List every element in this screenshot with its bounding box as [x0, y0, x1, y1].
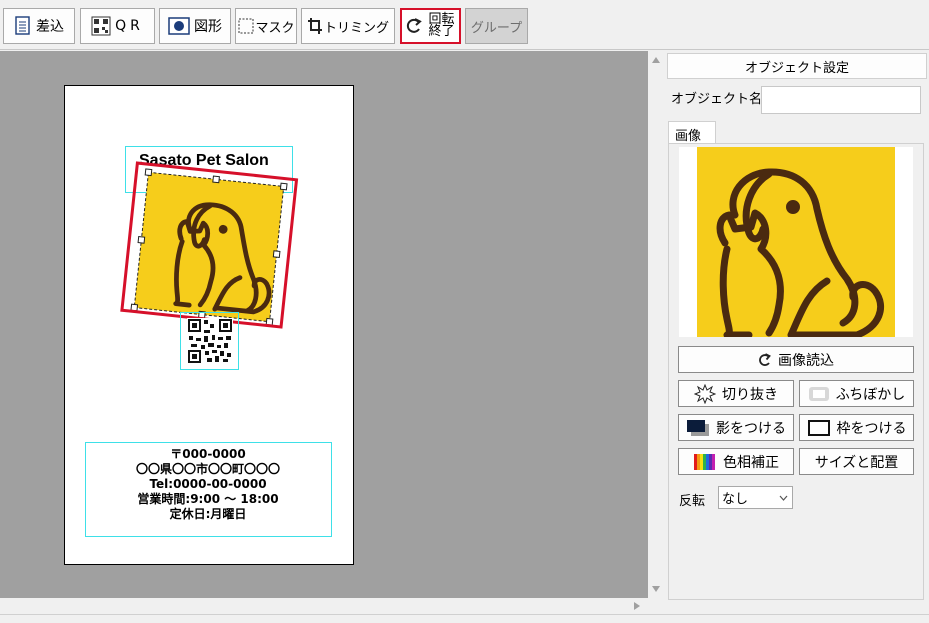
shadow-icon [687, 419, 709, 436]
size-position-button[interactable]: サイズと配置 [799, 448, 914, 475]
toolbar: 差込 QR 図形 マスク トリミング 回転 終了 グループ [0, 0, 929, 50]
flip-select[interactable]: なし [718, 486, 793, 509]
crop-icon [307, 18, 322, 34]
tab-image[interactable]: 画像 [668, 121, 716, 144]
image-preview [697, 147, 895, 337]
mask-button[interactable]: マスク [235, 8, 297, 44]
blur-edges-button[interactable]: ふちぼかし [799, 380, 914, 407]
qr-code [187, 318, 233, 364]
scroll-down-icon[interactable] [652, 586, 660, 592]
crop-star-icon [694, 383, 716, 404]
document-icon [15, 16, 30, 35]
reload-icon [759, 352, 771, 366]
address-line: 〒000-0000 [170, 447, 246, 461]
color-correction-label: 色相補正 [723, 454, 779, 471]
color-correction-button[interactable]: 色相補正 [678, 448, 794, 475]
address-line: Tel:0000-00-0000 [149, 477, 267, 491]
rotate-end-label: 回転 終了 [428, 12, 455, 39]
add-frame-label: 枠をつける [836, 420, 907, 437]
crop-label: 切り抜き [722, 386, 778, 403]
flip-label: 反転 [679, 494, 706, 509]
shape-button[interactable]: 図形 [159, 8, 231, 44]
shape-icon [168, 17, 190, 35]
blur-edges-label: ふちぼかし [835, 386, 906, 403]
color-bars-icon [694, 453, 715, 470]
address-line: 〇〇県〇〇市〇〇町〇〇〇 [135, 462, 280, 476]
qr-button[interactable]: QR [80, 8, 155, 44]
scroll-up-icon[interactable] [652, 57, 660, 63]
group-button[interactable]: グループ [465, 8, 528, 44]
mask-label: マスク [255, 20, 295, 36]
blur-edges-icon [808, 386, 829, 401]
trim-label: トリミング [323, 20, 389, 36]
resize-handle[interactable] [212, 175, 220, 184]
rotate-end-button[interactable]: 回転 終了 [400, 8, 461, 44]
status-bar [0, 614, 929, 623]
rotate-icon [406, 18, 422, 33]
qr-label: QR [115, 18, 144, 34]
crop-button[interactable]: 切り抜き [678, 380, 794, 407]
resize-handle[interactable] [144, 168, 153, 177]
trim-button[interactable]: トリミング [301, 8, 395, 44]
address-line: 定休日:月曜日 [169, 507, 247, 521]
panel-header-label: オブジェクト設定 [744, 60, 849, 76]
insert-button[interactable]: 差込 [3, 8, 75, 44]
panel-header: オブジェクト設定 [667, 53, 927, 79]
group-label: グループ [470, 20, 523, 36]
load-image-label: 画像読込 [778, 352, 834, 369]
load-image-button[interactable]: 画像読込 [678, 346, 914, 373]
size-position-label: サイズと配置 [814, 454, 899, 471]
address-text[interactable]: 〒000-0000 〇〇県〇〇市〇〇町〇〇〇 Tel:0000-00-0000 … [86, 447, 330, 522]
flip-select-value: なし [722, 492, 749, 507]
resize-handle[interactable] [279, 182, 288, 191]
mask-icon [238, 18, 254, 34]
add-shadow-button[interactable]: 影をつける [678, 414, 794, 441]
object-name-label: オブジェクト名 [671, 92, 763, 107]
scroll-right-icon[interactable] [634, 602, 640, 610]
add-shadow-label: 影をつける [716, 420, 786, 437]
address-line: 営業時間:9:00 ～ 18:00 [137, 492, 279, 506]
insert-label: 差込 [36, 19, 64, 35]
chevron-down-icon [779, 495, 788, 501]
add-frame-button[interactable]: 枠をつける [799, 414, 914, 441]
rotated-image-object[interactable] [115, 157, 307, 333]
qr-icon [91, 16, 111, 36]
resize-handle[interactable] [137, 236, 146, 244]
horizontal-scrollbar[interactable] [0, 598, 648, 614]
frame-icon [807, 419, 830, 436]
resize-handle[interactable] [272, 250, 281, 258]
object-name-field[interactable] [761, 86, 921, 114]
shape-label: 図形 [194, 19, 222, 35]
vertical-scrollbar[interactable] [648, 51, 664, 598]
selected-image[interactable] [134, 172, 284, 322]
